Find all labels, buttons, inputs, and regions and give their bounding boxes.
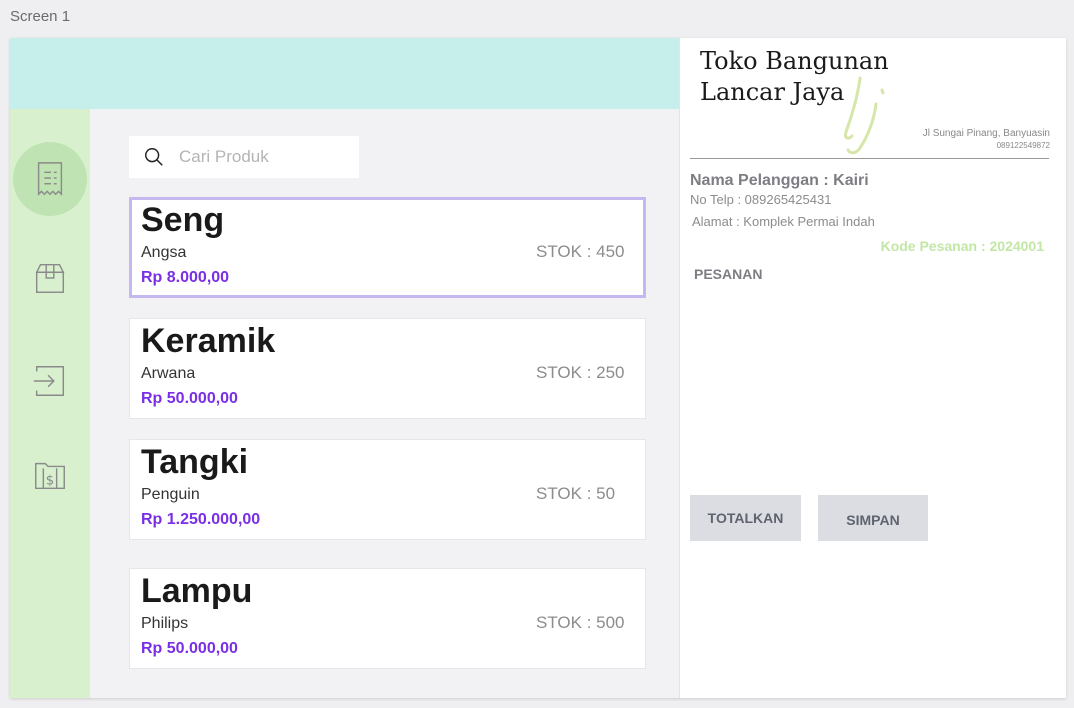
product-name: Tangki [141, 443, 249, 481]
product-stock: STOK : 450 [536, 242, 625, 261]
store-name-line1: Toko Bangunan [700, 47, 889, 75]
product-brand: Arwana [141, 365, 196, 382]
order-code: Kode Pesanan : 2024001 [880, 238, 1044, 254]
box-icon [35, 263, 65, 293]
search-icon [145, 148, 163, 166]
product-price: Rp 50.000,00 [141, 640, 238, 657]
product-price: Rp 50.000,00 [141, 390, 238, 407]
login-icon [33, 366, 65, 396]
customer-phone: No Telp : 089265425431 [690, 192, 832, 207]
save-button[interactable]: SIMPAN [818, 495, 928, 541]
customer-name: Nama Pelanggan : Kairi [690, 172, 869, 189]
receipt-icon [37, 162, 63, 196]
orders-label: PESANAN [694, 266, 763, 282]
product-price: Rp 1.250.000,00 [141, 511, 261, 528]
nav-finance[interactable]: $ [13, 438, 87, 512]
search-box[interactable] [129, 136, 359, 178]
product-card-seng[interactable]: Seng Angsa Rp 8.000,00 STOK : 450 [129, 197, 646, 298]
sidebar: $ [10, 109, 90, 698]
top-bar [10, 38, 679, 109]
product-name: Keramik [141, 322, 276, 360]
money-folder-icon: $ [35, 462, 65, 490]
receipt-panel: Toko Bangunan Lancar Jaya Jl Sungai Pina… [679, 38, 1066, 698]
product-name: Lampu [141, 572, 253, 610]
store-name-line2: Lancar Jaya [700, 78, 845, 106]
product-price: Rp 8.000,00 [141, 269, 230, 286]
product-card-tangki[interactable]: Tangki Penguin Rp 1.250.000,00 STOK : 50 [129, 439, 646, 540]
product-card-lampu[interactable]: Lampu Philips Rp 50.000,00 STOK : 500 [129, 568, 646, 669]
product-stock: STOK : 250 [536, 363, 625, 382]
customer-address: Alamat : Komplek Permai Indah [692, 214, 875, 229]
product-stock: STOK : 50 [536, 484, 616, 503]
app-frame: $ Seng Angsa Rp 8.000,00 STOK : 450 Kera… [10, 38, 1066, 698]
total-button[interactable]: TOTALKAN [690, 495, 801, 541]
product-brand: Philips [141, 615, 189, 632]
product-card-keramik[interactable]: Keramik Arwana Rp 50.000,00 STOK : 250 [129, 318, 646, 419]
store-name: Toko Bangunan Lancar Jaya [700, 46, 930, 108]
product-brand: Angsa [141, 244, 187, 261]
svg-text:$: $ [46, 474, 54, 489]
nav-products[interactable] [13, 241, 87, 315]
search-input[interactable] [179, 147, 349, 167]
product-brand: Penguin [141, 486, 200, 503]
nav-stock-in[interactable] [13, 344, 87, 418]
product-panel: Seng Angsa Rp 8.000,00 STOK : 450 Kerami… [90, 109, 679, 698]
product-name: Seng [141, 201, 225, 239]
store-phone: 089122549872 [996, 141, 1050, 150]
product-stock: STOK : 500 [536, 613, 625, 632]
screen-label: Screen 1 [10, 8, 71, 25]
store-address: Jl Sungai Pinang, Banyuasin [922, 128, 1050, 139]
nav-transaction[interactable] [13, 142, 87, 216]
